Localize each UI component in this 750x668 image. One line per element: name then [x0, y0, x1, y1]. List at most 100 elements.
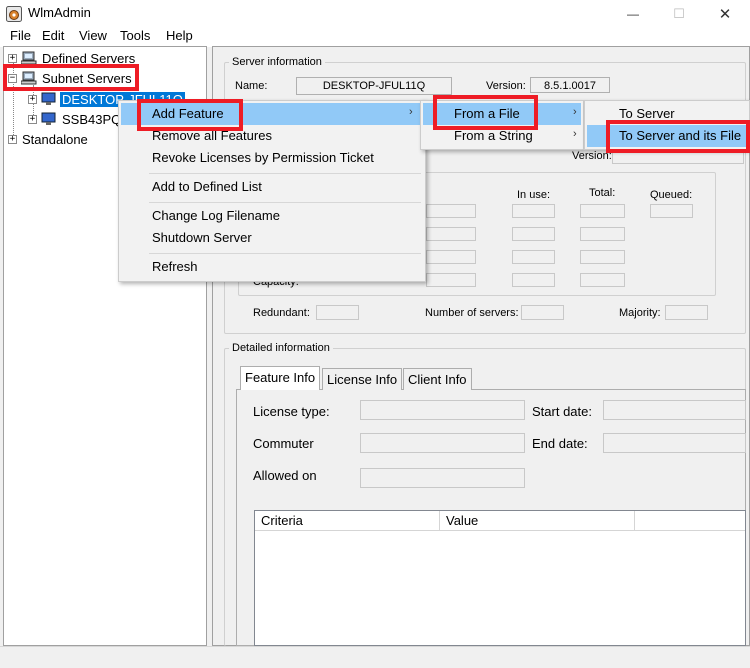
computer-icon	[41, 112, 56, 125]
submenu-arrow-icon: ›	[409, 106, 413, 118]
queued-label: Queued:	[650, 189, 693, 201]
number-of-servers-label: Number of servers:	[425, 307, 519, 319]
menu-item-from-a-file[interactable]: From a File ›	[423, 103, 581, 125]
column-header-empty	[635, 511, 745, 531]
minimize-icon: —	[627, 7, 639, 21]
usage-box	[580, 250, 625, 264]
majority-label: Majority:	[619, 307, 661, 319]
menu-item-add-to-defined-list[interactable]: Add to Defined List	[121, 176, 262, 198]
commuter-field	[360, 433, 525, 453]
menu-item-from-a-string[interactable]: From a String ›	[423, 125, 581, 147]
menu-edit[interactable]: Edit	[40, 28, 66, 43]
criteria-list[interactable]: Criteria Value	[254, 510, 746, 646]
menu-item-remove-all-features[interactable]: Remove all Features	[121, 125, 272, 147]
version-label: Version:	[486, 80, 526, 92]
from-a-file-submenu: To Server To Server and its File	[584, 100, 750, 150]
tree-label: Defined Servers	[42, 50, 136, 66]
tree-label: Subnet Servers	[42, 70, 132, 86]
menu-separator	[149, 173, 421, 174]
version-field: 8.5.1.0017	[530, 77, 610, 93]
allowed-on-field	[360, 468, 525, 488]
redundant-field	[316, 305, 359, 320]
expand-icon[interactable]: +	[28, 94, 37, 104]
expand-icon[interactable]: +	[28, 114, 37, 124]
usage-box	[580, 204, 625, 218]
group-title: Detailed information	[229, 342, 333, 354]
usage-box	[512, 204, 555, 218]
column-header-value[interactable]: Value	[440, 511, 635, 531]
start-date-label: Start date:	[532, 404, 592, 419]
menu-item-revoke-licenses[interactable]: Revoke Licenses by Permission Ticket	[121, 147, 374, 169]
server-icon	[21, 71, 37, 85]
menu-view[interactable]: View	[77, 28, 109, 43]
usage-box	[426, 204, 476, 218]
menu-bar: File Edit View Tools Help	[0, 28, 750, 47]
usage-box	[426, 250, 476, 264]
name-label: Name:	[235, 80, 268, 92]
minimize-button[interactable]: —	[610, 0, 656, 28]
tree-item-ssb[interactable]: + SSB43PQ	[28, 109, 123, 129]
usage-box	[512, 273, 555, 287]
status-bar	[0, 646, 750, 668]
expand-icon[interactable]: +	[8, 53, 17, 63]
menu-item-refresh[interactable]: Refresh	[121, 256, 198, 278]
tab-feature-info[interactable]: Feature Info	[240, 366, 321, 390]
menu-item-to-server-and-its-file[interactable]: To Server and its File	[587, 125, 749, 147]
in-use-label: In use:	[517, 189, 551, 201]
menu-separator	[149, 202, 421, 203]
menu-tools[interactable]: Tools	[118, 28, 152, 43]
add-feature-submenu: From a File › From a String ›	[420, 100, 584, 150]
submenu-arrow-icon: ›	[573, 128, 577, 140]
end-date-field	[603, 433, 746, 453]
usage-box	[426, 227, 476, 241]
tab-client-info[interactable]: Client Info	[403, 368, 472, 390]
number-of-servers-field	[521, 305, 564, 320]
tree-label: SSB43PQ	[62, 111, 122, 127]
collapse-icon[interactable]: −	[8, 73, 17, 83]
menu-item-label: Add Feature	[152, 106, 224, 121]
total-label: Total:	[589, 187, 616, 199]
end-date-label: End date:	[532, 436, 588, 451]
menu-separator	[149, 253, 421, 254]
name-field: DESKTOP-JFUL11Q	[296, 77, 452, 95]
maximize-button[interactable]: ☐	[656, 0, 702, 28]
menu-item-label: From a String	[454, 128, 533, 143]
expand-icon[interactable]: +	[8, 134, 17, 144]
version-label: Version:	[572, 150, 612, 162]
tree-item-standalone[interactable]: + Standalone	[8, 129, 90, 149]
allowed-on-label: Allowed on	[253, 468, 317, 483]
menu-item-shutdown-server[interactable]: Shutdown Server	[121, 227, 252, 249]
usage-box	[580, 273, 625, 287]
computer-icon	[41, 92, 56, 105]
context-menu: Add Feature › Remove all Features Revoke…	[118, 100, 426, 282]
submenu-arrow-icon: ›	[573, 106, 577, 118]
column-header-criteria[interactable]: Criteria	[255, 511, 440, 531]
group-title: Server information	[229, 56, 325, 68]
usage-box	[426, 273, 476, 287]
redundant-label: Redundant:	[253, 307, 310, 319]
tree-item-subnet-servers[interactable]: − Subnet Servers	[8, 68, 134, 88]
license-type-field	[360, 400, 525, 420]
menu-item-change-log-filename[interactable]: Change Log Filename	[121, 205, 280, 227]
usage-box	[512, 227, 555, 241]
menu-item-to-server[interactable]: To Server	[587, 103, 675, 125]
usage-box	[512, 250, 555, 264]
close-button[interactable]: ✕	[702, 0, 748, 28]
maximize-icon: ☐	[673, 6, 685, 21]
tree-item-defined-servers[interactable]: + Defined Servers	[8, 48, 137, 68]
close-icon: ✕	[718, 6, 732, 23]
menu-file[interactable]: File	[8, 28, 33, 43]
tree-label: Standalone	[22, 131, 88, 147]
license-type-label: License type:	[253, 404, 330, 419]
title-bar: WlmAdmin — ☐ ✕	[0, 0, 750, 28]
start-date-field	[603, 400, 746, 420]
usage-box	[650, 204, 693, 218]
menu-item-label: From a File	[454, 106, 520, 121]
window-title: WlmAdmin	[28, 5, 91, 20]
tab-license-info[interactable]: License Info	[322, 368, 403, 390]
commuter-label: Commuter	[253, 436, 314, 451]
server-icon	[21, 51, 37, 65]
majority-field	[665, 305, 708, 320]
menu-item-add-feature[interactable]: Add Feature ›	[121, 103, 423, 125]
menu-help[interactable]: Help	[164, 28, 195, 43]
